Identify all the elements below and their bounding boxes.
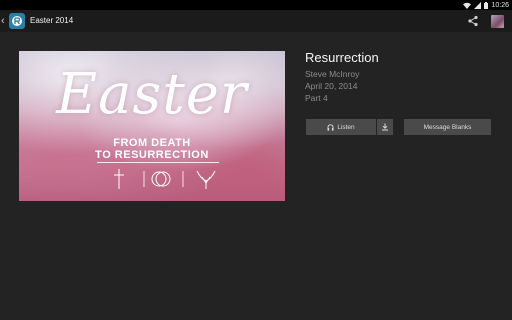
action-bar: ‹ Easter 2014 [0, 10, 512, 32]
rising-dove-icon [196, 170, 216, 189]
download-icon [382, 123, 388, 131]
avatar[interactable] [491, 15, 504, 28]
message-blanks-button[interactable]: Message Blanks [404, 119, 491, 135]
sermon-title: Resurrection [305, 50, 379, 65]
share-icon[interactable] [467, 15, 479, 27]
download-button[interactable] [377, 119, 393, 135]
listen-button-label: Listen [337, 123, 355, 131]
sermon-part: Part 4 [305, 93, 328, 103]
status-bar: 10:26 [0, 0, 512, 10]
cover-subtitle-line2: TO RESURRECTION [95, 149, 209, 161]
screen-title: Easter 2014 [30, 16, 74, 25]
status-icons: 10:26 [463, 0, 509, 10]
cover-divider [97, 162, 219, 163]
signal-icon [474, 1, 482, 9]
tomb-icon [151, 171, 171, 187]
sermon-speaker: Steve McInroy [305, 69, 360, 79]
wifi-icon [463, 2, 472, 9]
cover-symbols [114, 169, 216, 189]
sermon-date: April 20, 2014 [305, 81, 358, 91]
back-chevron-icon[interactable]: ‹ [1, 14, 5, 28]
cross-icon [114, 169, 124, 189]
app-logo-icon[interactable] [9, 13, 25, 29]
sermon-cover-image: Easter FROM DEATH TO RESURRECTION [19, 51, 285, 201]
message-blanks-label: Message Blanks [423, 123, 472, 131]
battery-icon [484, 1, 489, 9]
cover-subtitle-line1: FROM DEATH [113, 137, 191, 149]
clock: 10:26 [491, 1, 509, 9]
cover-title: Easter [56, 62, 248, 127]
headphones-icon [327, 123, 334, 131]
listen-button[interactable]: Listen [306, 119, 376, 135]
